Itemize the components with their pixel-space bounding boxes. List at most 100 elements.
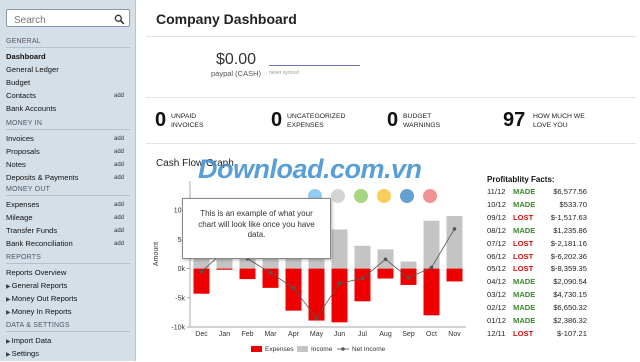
sidebar-item[interactable]: General Ledger — [6, 64, 130, 77]
profitability-status: LOST — [513, 212, 534, 222]
add-link[interactable]: add — [114, 199, 124, 212]
sidebar-item-label: Expenses — [6, 200, 40, 209]
sidebar-item[interactable]: Contacts add — [6, 90, 130, 103]
sidebar-item[interactable]: Invoices add — [6, 133, 130, 146]
sidebar-item[interactable]: Expenses add — [6, 199, 130, 212]
profitability-status: MADE — [513, 199, 536, 209]
expenses-bar — [331, 268, 348, 323]
profitability-status: LOST — [513, 251, 534, 261]
sidebar-section: Money Out Expenses add Mileage add Transfer F… — [6, 186, 130, 251]
x-tick-label: May — [310, 331, 324, 338]
sidebar-section-title: General — [6, 38, 130, 48]
sidebar-section-title: Money In — [6, 120, 130, 130]
profitability-amount: $533.70 — [559, 199, 587, 209]
profitability-amount: $-2,181.16 — [550, 238, 587, 248]
sidebar-item[interactable]: ▶Settings — [6, 348, 130, 361]
sidebar-item-label: Contacts — [6, 90, 36, 100]
profitability-status: MADE — [513, 303, 536, 313]
profitability-status: LOST — [513, 328, 534, 338]
sidebar-item-label: Mileage — [6, 212, 33, 222]
add-link[interactable]: add — [114, 146, 124, 159]
add-link[interactable]: add — [114, 225, 124, 238]
profitability-date: 08/12 — [487, 225, 507, 235]
stat-label: How much we love you — [533, 113, 585, 129]
sidebar: General Dashboard General Ledger Budget Cont… — [0, 0, 136, 361]
add-link[interactable]: add — [114, 90, 124, 103]
sidebar-item-label: Transfer Funds — [6, 225, 58, 235]
add-link[interactable]: add — [114, 159, 124, 172]
sidebar-item-label: Dashboard — [6, 52, 46, 61]
legend-expenses-label: Expenses — [265, 346, 294, 353]
sidebar-item[interactable]: Budget — [6, 77, 130, 90]
legend-income-swatch — [297, 346, 308, 352]
sidebar-item[interactable]: ▶Money In Reports — [6, 306, 130, 319]
sidebar-item-label: General Ledger — [6, 64, 59, 74]
profitability-date: 04/12 — [487, 277, 507, 287]
profitability-amount: $6,577.56 — [553, 187, 587, 196]
add-link[interactable]: add — [114, 238, 124, 251]
x-tick-label: Jul — [358, 331, 367, 338]
expenses-bar — [239, 268, 256, 280]
sidebar-item[interactable]: Reports Overview — [6, 267, 130, 280]
chart-tooltip: This is an example of what your chart wi… — [182, 198, 331, 259]
sidebar-item[interactable]: Notes add — [6, 159, 130, 172]
sidebar-item-label: Deposits & Payments — [6, 172, 79, 182]
expand-triangle-icon[interactable]: ▶ — [6, 339, 11, 345]
add-link[interactable]: add — [114, 133, 124, 146]
profitability-row: 08/12 MADE $1,235.86 — [487, 225, 587, 238]
search-input[interactable] — [12, 12, 116, 29]
income-bar — [331, 229, 348, 269]
y-tick-label: 0k — [178, 266, 186, 273]
sidebar-item[interactable]: ▶Import Data — [6, 335, 130, 348]
search-box — [6, 9, 130, 30]
expand-triangle-icon[interactable]: ▶ — [6, 352, 11, 358]
sidebar-item-label: General Reports — [11, 280, 68, 290]
expand-triangle-icon[interactable]: ▶ — [6, 297, 11, 303]
sidebar-section-title: Money Out — [6, 186, 130, 196]
sidebar-item[interactable]: Transfer Funds add — [6, 225, 130, 238]
profitability-status: LOST — [513, 264, 534, 274]
sidebar-item[interactable]: Proposals add — [6, 146, 130, 159]
profitability-status: MADE — [513, 225, 536, 235]
profitability-date: 09/12 — [487, 212, 507, 222]
legend-expenses-swatch — [251, 346, 262, 352]
sidebar-item[interactable]: Dashboard — [6, 51, 130, 64]
sidebar-item-label: Bank Reconciliation — [6, 238, 73, 248]
y-axis-label: Amount — [153, 242, 160, 266]
search-icon[interactable] — [114, 12, 125, 30]
net-income-point — [360, 276, 365, 281]
expand-triangle-icon[interactable]: ▶ — [6, 284, 11, 290]
net-income-point — [314, 316, 319, 321]
sidebar-item-label: Bank Accounts — [6, 103, 57, 113]
legend-net-label: Net Income — [352, 346, 386, 353]
y-tick-label: -5k — [175, 295, 185, 302]
legend-color-dot — [354, 189, 368, 203]
sidebar-section: Data & Settings ▶Import Data ▶Settings — [6, 322, 130, 361]
sidebar-item-label: Money In Reports — [11, 306, 72, 316]
profitability-title: Profitablity Facts: — [487, 175, 555, 184]
net-income-point — [383, 257, 388, 262]
sidebar-item[interactable]: ▶General Reports — [6, 280, 130, 293]
add-link[interactable]: add — [114, 172, 124, 185]
sidebar-item-label: Import Data — [11, 336, 52, 345]
profitability-date: 06/12 — [487, 251, 507, 261]
profitability-row: 02/12 MADE $6,650.32 — [487, 302, 587, 315]
sidebar-item[interactable]: Deposits & Payments add — [6, 172, 130, 185]
add-link[interactable]: add — [114, 212, 124, 225]
profitability-row: 01/12 MADE $2,386.32 — [487, 315, 587, 328]
sidebar-item[interactable]: Bank Accounts — [6, 103, 130, 116]
profitability-amount: $6,650.32 — [553, 303, 587, 313]
sidebar-section: Reports Reports Overview ▶General Reports ▶… — [6, 254, 130, 319]
profitability-status: MADE — [513, 316, 536, 325]
sidebar-item[interactable]: Mileage add — [6, 212, 130, 225]
expand-triangle-icon[interactable]: ▶ — [6, 310, 11, 316]
sidebar-section: General Dashboard General Ledger Budget Cont… — [6, 38, 130, 115]
profitability-date: 05/12 — [487, 264, 507, 274]
sidebar-item[interactable]: Bank Reconciliation add — [6, 238, 130, 251]
profitability-amount: $2,386.32 — [553, 316, 587, 325]
x-tick-label: Jun — [334, 331, 345, 338]
sidebar-item[interactable]: ▶Money Out Reports — [6, 293, 130, 306]
profitability-date: 12/11 — [487, 328, 506, 338]
x-tick-label: Mar — [264, 331, 277, 338]
profitability-status: LOST — [513, 238, 534, 248]
